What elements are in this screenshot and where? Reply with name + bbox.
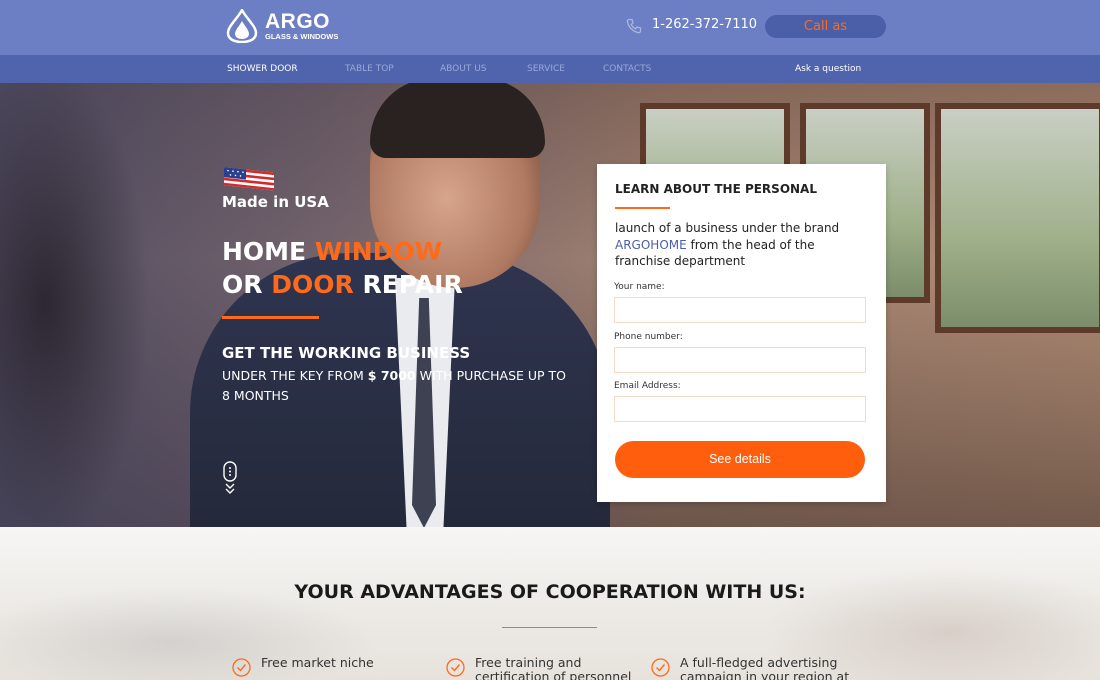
- hero-subheading: GET THE WORKING BUSINESS: [222, 344, 471, 362]
- advantages-divider: [502, 627, 597, 628]
- advantage-text: A full-fledged advertising campaign in y…: [680, 655, 850, 680]
- hero-section: Made in USA HOME WINDOW OR DOOR REPAIR G…: [0, 83, 1100, 527]
- foreground-blur: [0, 83, 150, 527]
- advantage-text: Free training and certification of perso…: [475, 655, 632, 680]
- advantage-item: Free training and certification of perso…: [446, 656, 635, 680]
- email-field[interactable]: [614, 396, 866, 422]
- advantage-item: A full-fledged advertising campaign in y…: [651, 656, 865, 680]
- top-header: ARGO GLASS & WINDOWS 1-262-372-7110 Call…: [0, 0, 1100, 55]
- nav-item-shower-door[interactable]: SHOWER DOOR: [227, 64, 298, 74]
- lead-form: LEARN ABOUT THE PERSONAL launch of a bus…: [597, 164, 886, 502]
- background-window: [935, 103, 1100, 333]
- usa-flag-icon: [224, 167, 274, 191]
- nav-item-service[interactable]: SERVICE: [527, 64, 565, 74]
- check-circle-icon: [232, 658, 251, 677]
- form-title-divider: [615, 207, 670, 209]
- call-button[interactable]: Call as: [765, 15, 886, 38]
- name-label: Your name:: [614, 282, 665, 292]
- nav-item-table-top[interactable]: TABLE TOP: [345, 64, 394, 74]
- logo[interactable]: ARGO GLASS & WINDOWS: [224, 9, 338, 43]
- advantage-text: Free market niche: [261, 655, 374, 670]
- check-circle-icon: [651, 658, 670, 677]
- advantages-section: YOUR ADVANTAGES OF COOPERATION WITH US: …: [0, 527, 1100, 680]
- made-in-usa: Made in USA: [222, 193, 329, 211]
- hero-person-hair: [370, 83, 545, 158]
- see-details-button[interactable]: See details: [615, 441, 865, 478]
- phone-number[interactable]: 1-262-372-7110: [652, 17, 757, 32]
- nav-item-contacts[interactable]: CONTACTS: [603, 64, 651, 74]
- form-description: launch of a business under the brand ARG…: [615, 221, 840, 268]
- logo-name: ARGO: [265, 9, 330, 33]
- phone-field[interactable]: [614, 347, 866, 373]
- check-circle-icon: [446, 658, 465, 677]
- phone-icon: [626, 18, 642, 34]
- phone-label: Phone number:: [614, 332, 683, 342]
- advantage-item: Free market niche: [232, 656, 421, 677]
- main-nav: SHOWER DOOR TABLE TOP ABOUT US SERVICE C…: [0, 55, 1100, 83]
- scroll-down-icon[interactable]: [222, 461, 238, 497]
- hero-subtext: UNDER THE KEY FROM $ 7000 WITH PURCHASE …: [222, 368, 567, 403]
- email-label: Email Address:: [614, 381, 681, 391]
- nav-item-about-us[interactable]: ABOUT US: [440, 64, 487, 74]
- form-title: LEARN ABOUT THE PERSONAL: [615, 182, 817, 196]
- headline-divider: [222, 316, 319, 319]
- name-field[interactable]: [614, 297, 866, 323]
- logo-subtitle: GLASS & WINDOWS: [265, 31, 339, 41]
- logo-drop-icon: [226, 9, 258, 43]
- hero-headline: HOME WINDOW OR DOOR REPAIR: [222, 237, 463, 299]
- advantages-title: YOUR ADVANTAGES OF COOPERATION WITH US:: [294, 581, 806, 603]
- ask-question-link[interactable]: Ask a question: [795, 64, 861, 74]
